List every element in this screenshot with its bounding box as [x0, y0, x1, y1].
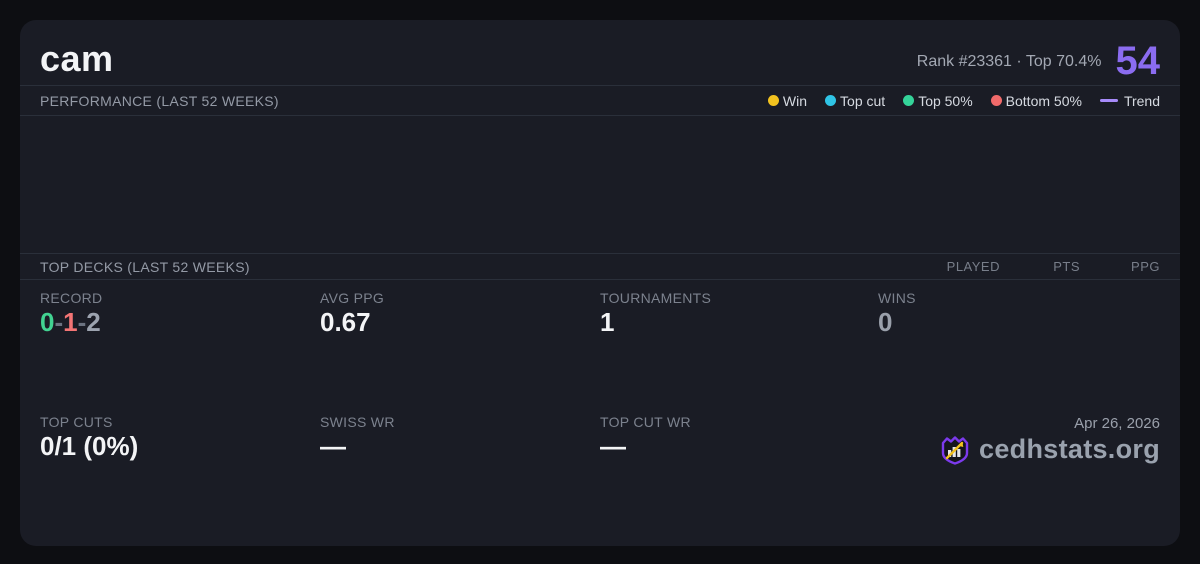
- column-pts: PTS: [1000, 259, 1080, 274]
- stat-value: —: [320, 431, 600, 462]
- legend-item-win: Win: [768, 93, 807, 109]
- record-separator: -: [54, 307, 63, 337]
- win-dot-icon: [768, 95, 779, 106]
- legend-label: Trend: [1124, 93, 1160, 109]
- legend-label: Bottom 50%: [1006, 93, 1082, 109]
- stat-wins: WINS 0: [878, 287, 1160, 411]
- player-stats-card: cam Rank #23361 · Top 70.4% 54 PERFORMAN…: [20, 20, 1180, 546]
- stat-top-cut-wr: TOP CUT WR —: [600, 411, 878, 535]
- stat-top-cuts: TOP CUTS 0/1 (0%): [40, 411, 320, 535]
- player-score: 54: [1116, 43, 1161, 79]
- performance-header-row: PERFORMANCE (LAST 52 WEEKS) Win Top cut …: [20, 86, 1180, 116]
- footer-date: Apr 26, 2026: [1074, 415, 1160, 432]
- stat-label: SWISS WR: [320, 414, 600, 430]
- legend-label: Top cut: [840, 93, 885, 109]
- player-name: cam: [40, 41, 114, 77]
- stat-tournaments: TOURNAMENTS 1: [600, 287, 878, 411]
- record-separator: -: [78, 307, 87, 337]
- footer: Apr 26, 2026 cedhstats.org: [878, 411, 1160, 535]
- rank-line: Rank #23361 · Top 70.4%: [917, 53, 1102, 71]
- bottom50-dot-icon: [991, 95, 1002, 106]
- trend-line-icon: [1100, 99, 1118, 102]
- stat-value: 0/1 (0%): [40, 431, 320, 462]
- stat-label: TOP CUT WR: [600, 414, 878, 430]
- stat-value: 0: [878, 307, 1160, 338]
- stat-swiss-wr: SWISS WR —: [320, 411, 600, 535]
- stat-label: AVG PPG: [320, 290, 600, 306]
- performance-heading: PERFORMANCE (LAST 52 WEEKS): [40, 93, 279, 109]
- stat-value: 1: [600, 307, 878, 338]
- stat-label: TOP CUTS: [40, 414, 320, 430]
- legend-item-topcut: Top cut: [825, 93, 885, 109]
- brand-row: cedhstats.org: [939, 434, 1160, 466]
- top-decks-columns: PLAYED PTS PPG: [920, 259, 1160, 274]
- topcut-dot-icon: [825, 95, 836, 106]
- shield-chart-arrow-icon: [939, 434, 971, 466]
- legend-item-bottom50: Bottom 50%: [991, 93, 1082, 109]
- legend-item-trend: Trend: [1100, 93, 1160, 109]
- record-losses: 1: [63, 307, 77, 337]
- legend-label: Win: [783, 93, 807, 109]
- stat-record: RECORD 0-1-2: [40, 287, 320, 411]
- performance-chart: [20, 116, 1180, 253]
- record-draws: 2: [86, 307, 100, 337]
- stat-avg-ppg: AVG PPG 0.67: [320, 287, 600, 411]
- top50-dot-icon: [903, 95, 914, 106]
- column-ppg: PPG: [1080, 259, 1160, 274]
- top-decks-header-row: TOP DECKS (LAST 52 WEEKS) PLAYED PTS PPG: [20, 253, 1180, 280]
- header-right: Rank #23361 · Top 70.4% 54: [917, 43, 1160, 79]
- stat-label: TOURNAMENTS: [600, 290, 878, 306]
- brand-name: cedhstats.org: [979, 434, 1160, 465]
- record-wins: 0: [40, 307, 54, 337]
- chart-legend: Win Top cut Top 50% Bottom 50% Trend: [768, 93, 1160, 109]
- stat-label: WINS: [878, 290, 1160, 306]
- stat-value: —: [600, 431, 878, 462]
- top-decks-heading: TOP DECKS (LAST 52 WEEKS): [40, 259, 250, 275]
- record-value: 0-1-2: [40, 307, 320, 338]
- column-played: PLAYED: [920, 259, 1000, 274]
- legend-item-top50: Top 50%: [903, 93, 972, 109]
- stats-grid: RECORD 0-1-2 AVG PPG 0.67 TOURNAMENTS 1 …: [20, 280, 1180, 546]
- stat-value: 0.67: [320, 307, 600, 338]
- stat-label: RECORD: [40, 290, 320, 306]
- card-header: cam Rank #23361 · Top 70.4% 54: [20, 20, 1180, 86]
- legend-label: Top 50%: [918, 93, 972, 109]
